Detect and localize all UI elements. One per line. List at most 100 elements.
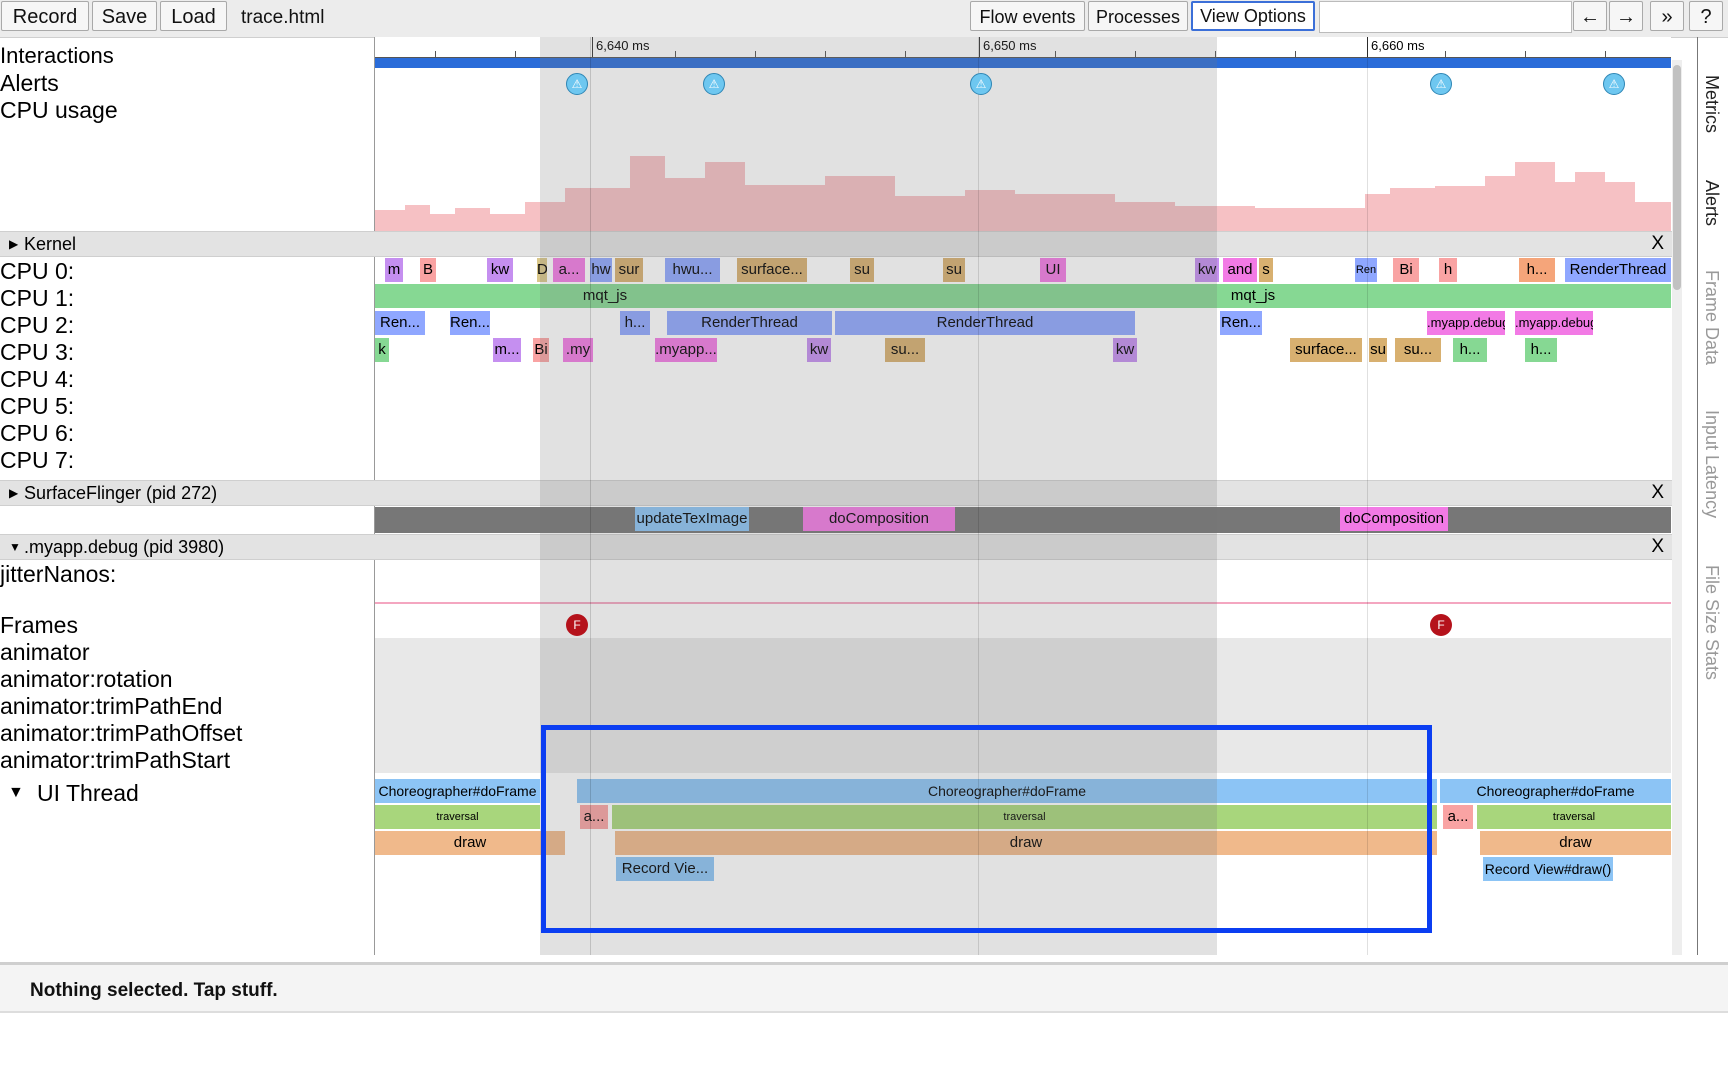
ui-slice[interactable]: Choreographer#doFrame [1440, 779, 1671, 803]
side-tab-alerts[interactable]: Alerts [1701, 180, 1722, 226]
cpu-slice[interactable]: Ren... [1220, 311, 1262, 335]
next-result-button[interactable]: → [1609, 1, 1643, 31]
cpu-slice[interactable]: .myapp.debug [1515, 311, 1593, 335]
view-options-button[interactable]: View Options [1191, 1, 1315, 31]
cpu-slice[interactable]: UI [1040, 258, 1066, 282]
frame-marker-icon[interactable]: F [566, 614, 588, 636]
cpu-usage-chart[interactable] [375, 150, 1671, 232]
alert-marker-icon[interactable]: ⚠ [1430, 73, 1452, 95]
kernel-process-header[interactable]: ▶ Kernel X [0, 231, 1672, 257]
ui-slice[interactable]: a... [1443, 805, 1473, 829]
cpu3-track[interactable]: k m... Bi .my .myapp... kw su... kw surf… [375, 338, 1671, 364]
cpu-slice[interactable]: B [420, 258, 436, 282]
close-surfaceflinger-button[interactable]: X [1651, 481, 1664, 505]
cpu-slice[interactable]: surface... [737, 258, 807, 282]
processes-button[interactable]: Processes [1088, 1, 1188, 31]
cpu-slice[interactable]: RenderThread [667, 311, 832, 335]
cpu-slice[interactable]: kw [807, 338, 831, 362]
cpu-slice[interactable]: h... [1453, 338, 1487, 362]
cpu-slice[interactable]: su... [885, 338, 925, 362]
save-button[interactable]: Save [92, 1, 157, 31]
cpu-slice[interactable]: h... [1519, 258, 1555, 282]
cpu-slice[interactable]: sur [615, 258, 643, 282]
cpu-slice[interactable]: h... [620, 311, 650, 335]
cpu-slice[interactable]: su [943, 258, 965, 282]
cpu-slice[interactable]: m [385, 258, 403, 282]
ui-slice[interactable]: traversal [1477, 805, 1671, 829]
flow-events-button[interactable]: Flow events [970, 1, 1085, 31]
jitter-counter-line[interactable] [375, 602, 1671, 604]
cpu-slice[interactable]: su [1369, 338, 1387, 362]
cpu-slice[interactable]: and [1223, 258, 1257, 282]
cpu2-track[interactable]: Ren... Ren... h... RenderThread RenderTh… [375, 311, 1671, 337]
cpu-slice[interactable]: hwu... [665, 258, 720, 282]
side-tab-frame-data[interactable]: Frame Data [1701, 270, 1722, 365]
close-kernel-button[interactable]: X [1651, 232, 1664, 256]
cpu-slice[interactable]: su [850, 258, 874, 282]
close-app-button[interactable]: X [1651, 535, 1664, 559]
cpu-slice[interactable]: Ren... [450, 311, 490, 335]
alert-marker-icon[interactable]: ⚠ [703, 73, 725, 95]
record-button[interactable]: Record [1, 1, 89, 31]
expand-triangle-icon[interactable]: ▶ [9, 481, 18, 505]
collapse-triangle-icon[interactable]: ▼ [9, 535, 21, 559]
cpu-slice[interactable]: mqt_js [835, 284, 1671, 308]
alert-marker-icon[interactable]: ⚠ [566, 73, 588, 95]
cpu-slice[interactable]: .my [563, 338, 593, 362]
cpu1-track[interactable]: mqt_js mqt_js [375, 284, 1671, 310]
cpu-slice[interactable]: .myapp.debug [1427, 311, 1505, 335]
app-process-header[interactable]: ▼ .myapp.debug (pid 3980) X [0, 534, 1672, 560]
ui-thread-collapse-icon[interactable]: ▼ [8, 780, 24, 806]
cpu0-track[interactable]: m B kw D a... hw sur hwu... surface... s… [375, 258, 1671, 284]
side-tab-input-latency[interactable]: Input Latency [1701, 410, 1722, 518]
prev-result-button[interactable]: ← [1573, 1, 1607, 31]
interactions-track-bar[interactable] [375, 58, 1671, 68]
surfaceflinger-track[interactable]: updateTexImage doComposition doCompositi… [375, 507, 1671, 533]
cpu-slice[interactable]: .myapp... [655, 338, 717, 362]
sf-slice[interactable]: doComposition [1340, 507, 1448, 531]
sf-slice[interactable]: doComposition [803, 507, 955, 531]
more-button[interactable]: » [1650, 1, 1684, 31]
alert-marker-icon[interactable]: ⚠ [1603, 73, 1625, 95]
load-button[interactable]: Load [160, 1, 227, 31]
cpu-slice[interactable]: s [1259, 258, 1273, 282]
cpu-slice[interactable]: su... [1395, 338, 1441, 362]
cpu-slice[interactable]: m... [493, 338, 521, 362]
alert-marker-icon[interactable]: ⚠ [970, 73, 992, 95]
cpu-slice[interactable]: mqt_js [375, 284, 835, 308]
frame-marker-icon[interactable]: F [1430, 614, 1452, 636]
cpu3-label: CPU 3: [0, 339, 75, 365]
cpu-slice[interactable]: Ren... [375, 311, 425, 335]
cpu-slice[interactable]: surface... [1290, 338, 1362, 362]
side-tab-metrics[interactable]: Metrics [1701, 75, 1722, 133]
cpu-slice[interactable]: h... [1525, 338, 1557, 362]
ui-slice[interactable]: Record View#draw() [1483, 857, 1613, 881]
ui-slice[interactable]: Choreographer#doFrame [375, 779, 540, 803]
surfaceflinger-process-header[interactable]: ▶ SurfaceFlinger (pid 272) X [0, 480, 1672, 506]
cpu-slice[interactable]: RenderThread [835, 311, 1135, 335]
cpu-slice[interactable]: Bi [1393, 258, 1419, 282]
cpu-slice[interactable]: k [375, 338, 389, 362]
cpu-slice[interactable]: D [537, 258, 547, 282]
cpu-slice[interactable]: h [1439, 258, 1457, 282]
ui-slice[interactable]: draw [1480, 831, 1671, 855]
cpu-slice[interactable]: kw [487, 258, 513, 282]
expand-triangle-icon[interactable]: ▶ [9, 232, 18, 256]
ui-slice[interactable]: draw [375, 831, 565, 855]
search-input[interactable] [1319, 1, 1572, 33]
side-tab-file-size-stats[interactable]: File Size Stats [1701, 565, 1722, 680]
time-ruler[interactable]: 6,640 ms 6,650 ms 6,660 ms [375, 37, 1671, 58]
cpu-slice[interactable]: kw [1195, 258, 1219, 282]
vertical-scrollbar[interactable] [1672, 60, 1682, 955]
cpu-slice[interactable]: Bi [533, 338, 549, 362]
cpu-slice[interactable]: RenderThread [1565, 258, 1671, 282]
ui-slice[interactable]: traversal [375, 805, 540, 829]
cpu-slice[interactable]: hw [590, 258, 612, 282]
sf-slice[interactable]: updateTexImage [635, 507, 749, 531]
help-button[interactable]: ? [1689, 1, 1723, 31]
cpu-slice[interactable]: kw [1113, 338, 1137, 362]
cpu-slice[interactable]: Ren [1355, 258, 1377, 282]
animator-rotation-label: animator:rotation [0, 666, 173, 692]
scrollbar-thumb[interactable] [1673, 65, 1681, 290]
cpu-slice[interactable]: a... [553, 258, 585, 282]
